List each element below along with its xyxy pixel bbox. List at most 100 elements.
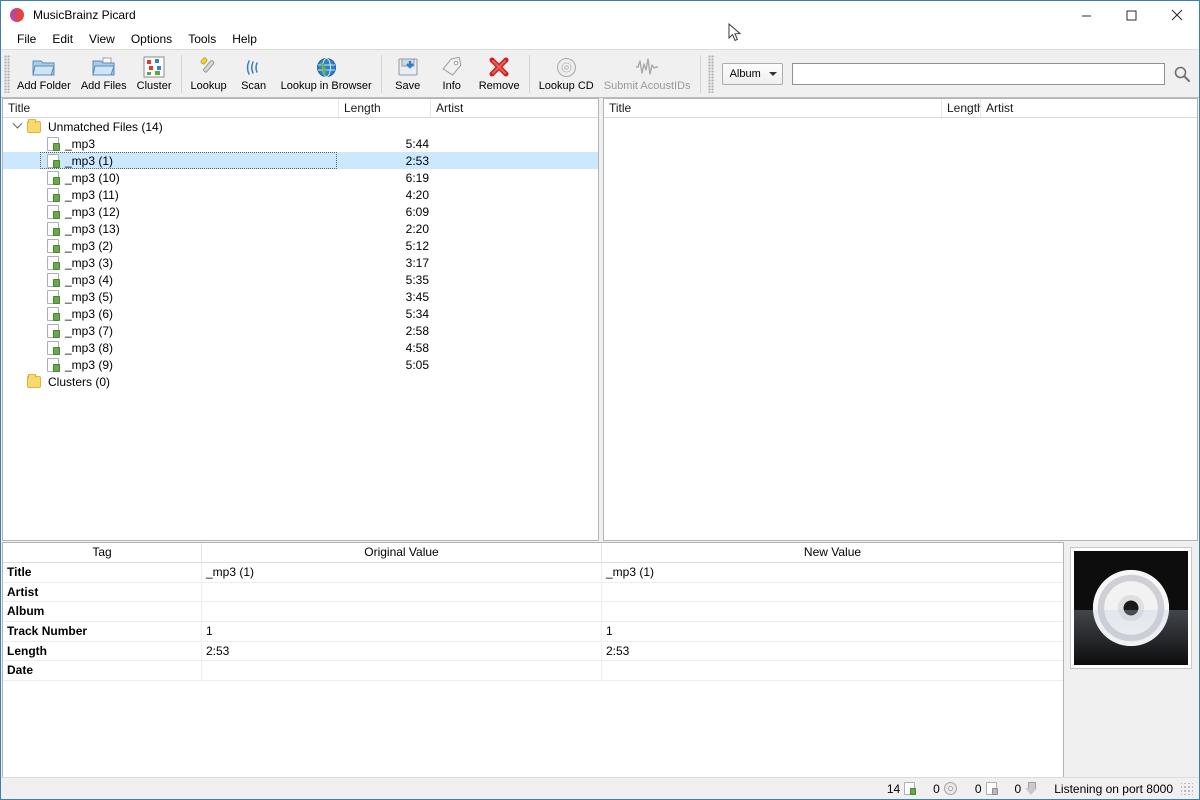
toolbar-drag-handle[interactable] [4, 54, 10, 93]
right-header-title[interactable]: Title [604, 99, 942, 117]
metadata-row[interactable]: Title _mp3 (1) _mp3 (1) [3, 563, 1063, 583]
tree-row-length: 4:58 [405, 340, 429, 355]
tree-row[interactable]: _mp3 (9) 5:05 [3, 356, 598, 373]
add-files-button[interactable]: Add Files [76, 51, 132, 97]
metadata-row[interactable]: Artist [3, 582, 1063, 603]
tree-row-length: 3:45 [405, 289, 429, 304]
menu-file[interactable]: File [9, 30, 44, 48]
tree-row[interactable]: _mp3 (13) 2:20 [3, 220, 598, 237]
right-header-artist[interactable]: Artist ▲ [981, 99, 1161, 117]
metadata-row[interactable]: Length 2:53 2:53 [3, 641, 1063, 662]
menu-tools[interactable]: Tools [180, 30, 224, 48]
left-header-title[interactable]: Title ▲ [3, 99, 339, 117]
tree-row[interactable]: _mp3 (5) 3:45 [3, 288, 598, 305]
left-file-pane: Title ▲ Length Artist Unmatched Files (1… [2, 98, 599, 541]
tree-row[interactable]: _mp3 (1) 2:53 [3, 152, 598, 169]
add-folder-button[interactable]: Add Folder [12, 51, 76, 97]
cd-album-art-icon [1074, 551, 1188, 665]
metadata-tag-name: Artist [3, 582, 202, 602]
search-submit-button[interactable] [1165, 60, 1199, 88]
metadata-region: Tag Original Value New Value Title _mp3 (… [1, 541, 1199, 777]
lookup-button[interactable]: Lookup [186, 51, 232, 97]
left-header-length[interactable]: Length [339, 99, 431, 117]
status-pending-count: 0 [975, 782, 998, 796]
cover-art-frame[interactable] [1070, 547, 1192, 669]
tree-row[interactable]: _mp3 (4) 5:35 [3, 271, 598, 288]
right-album-tree[interactable] [604, 118, 1197, 540]
tree-row-title: _mp3 (5) [65, 289, 114, 304]
metadata-new-value[interactable] [602, 661, 1063, 680]
cluster-button[interactable]: Cluster [132, 51, 177, 97]
tree-row[interactable]: _mp3 (7) 2:58 [3, 322, 598, 339]
minimize-button[interactable] [1064, 1, 1109, 29]
remove-button[interactable]: Remove [474, 51, 525, 97]
tree-row[interactable]: _mp3 (3) 3:17 [3, 254, 598, 271]
submit-acoustids-button[interactable]: Submit AcoustIDs [599, 51, 696, 97]
tree-row[interactable]: Clusters (0) [3, 373, 598, 390]
menu-view[interactable]: View [81, 30, 123, 48]
add-files-label: Add Files [80, 80, 127, 92]
metadata-table: Tag Original Value New Value Title _mp3 (… [2, 542, 1064, 777]
save-button[interactable]: Save [386, 51, 430, 97]
metadata-new-value[interactable]: 2:53 [602, 642, 1063, 661]
metadata-new-value[interactable]: _mp3 (1) [602, 563, 1063, 582]
tree-row[interactable]: _mp3 (12) 6:09 [3, 203, 598, 220]
close-button[interactable] [1154, 1, 1199, 29]
pending-file-icon [985, 782, 998, 795]
metadata-original-value [202, 661, 602, 681]
chevron-down-icon[interactable] [9, 118, 25, 135]
metadata-header-tag[interactable]: Tag [3, 543, 202, 562]
search-drag-handle[interactable] [707, 54, 714, 93]
metadata-original-value [202, 582, 602, 602]
tree-row[interactable]: _mp3 (2) 5:12 [3, 237, 598, 254]
tree-row[interactable]: _mp3 (8) 4:58 [3, 339, 598, 356]
mouse-cursor [728, 22, 742, 46]
right-header-length[interactable]: Length [942, 99, 981, 117]
lookup-cd-label: Lookup CD [538, 80, 594, 92]
scan-button[interactable]: Scan [232, 51, 276, 97]
metadata-new-value[interactable] [602, 602, 1063, 621]
menu-edit[interactable]: Edit [44, 30, 81, 48]
tree-row[interactable]: _mp3 5:44 [3, 135, 598, 152]
picard-window: MusicBrainz Picard File Edit View Option… [0, 0, 1200, 800]
tree-row[interactable]: _mp3 (11) 4:20 [3, 186, 598, 203]
tree-expander-empty[interactable] [9, 373, 25, 390]
metadata-tag-name: Title [3, 563, 202, 582]
metadata-tag-name: Length [3, 641, 202, 661]
add-folder-label: Add Folder [17, 80, 71, 92]
metadata-row[interactable]: Album [3, 602, 1063, 623]
search-input[interactable] [791, 62, 1165, 85]
menu-options[interactable]: Options [123, 30, 180, 48]
tree-row-title: _mp3 (6) [65, 306, 114, 321]
tree-row-length: 6:09 [405, 204, 429, 219]
title-bar: MusicBrainz Picard [1, 1, 1199, 29]
search-scope-dropdown[interactable]: Album [721, 62, 783, 85]
tree-row-title: _mp3 [65, 136, 96, 151]
left-file-tree[interactable]: Unmatched Files (14) _mp3 5:44 _mp3 (1) 2:53… [3, 118, 598, 540]
menu-help[interactable]: Help [224, 30, 265, 48]
tree-row-title: _mp3 (12) [65, 204, 120, 219]
left-header-artist[interactable]: Artist [431, 99, 591, 117]
metadata-new-value[interactable] [602, 583, 1063, 602]
globe-icon [313, 55, 339, 79]
file-count-value: 14 [886, 781, 901, 796]
info-button[interactable]: Info [430, 51, 474, 97]
metadata-row[interactable]: Track Number 1 1 [3, 622, 1063, 642]
tree-row-title: _mp3 (11) [65, 187, 119, 202]
metadata-new-value[interactable]: 1 [602, 622, 1063, 641]
cd-count-icon [943, 782, 957, 795]
audio-file-icon [47, 170, 60, 185]
lookup-in-browser-button[interactable]: Lookup in Browser [276, 51, 377, 97]
toolbar-separator [380, 54, 382, 93]
lookup-cd-button[interactable]: Lookup CD [534, 51, 599, 97]
tree-row-title: _mp3 (10) [65, 170, 120, 185]
window-resize-grip[interactable] [1181, 782, 1193, 795]
tree-row[interactable]: Unmatched Files (14) [3, 118, 598, 135]
tree-row[interactable]: _mp3 (10) 6:19 [3, 169, 598, 186]
maximize-button[interactable] [1109, 1, 1154, 29]
metadata-tag-name: Date [3, 661, 202, 681]
metadata-header-original[interactable]: Original Value [202, 543, 602, 562]
metadata-header-new[interactable]: New Value [602, 543, 1063, 562]
metadata-row[interactable]: Date [3, 661, 1063, 682]
tree-row[interactable]: _mp3 (6) 5:34 [3, 305, 598, 322]
